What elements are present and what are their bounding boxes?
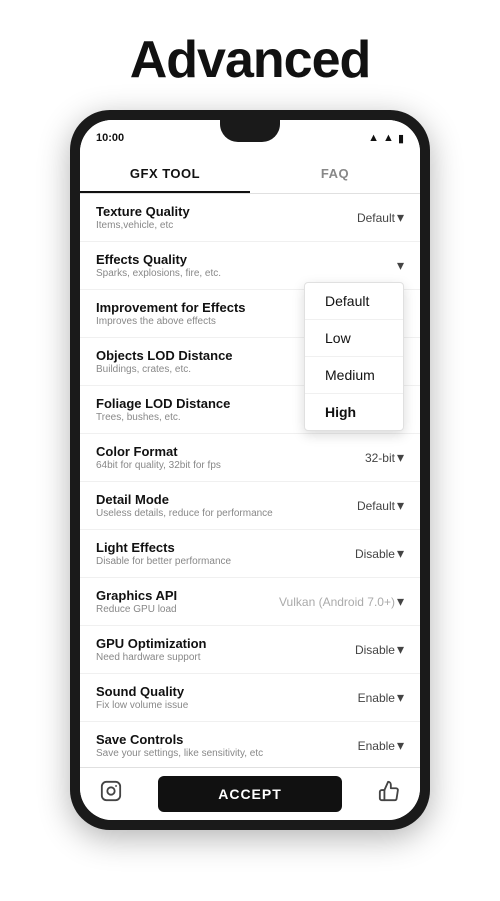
- notch: [220, 120, 280, 142]
- save-controls-label: Save Controls: [96, 732, 358, 747]
- dropdown-option-high[interactable]: High: [305, 394, 403, 430]
- color-format-arrow: ▾: [397, 449, 404, 466]
- phone-frame: 10:00 ▲ ▲ ▮ GFX TOOL FAQ Texture Quality…: [70, 110, 430, 830]
- setting-gpu-optimization[interactable]: GPU Optimization Need hardware support D…: [80, 626, 420, 674]
- tab-gfx-tool[interactable]: GFX TOOL: [80, 156, 250, 193]
- graphics-api-label: Graphics API: [96, 588, 279, 603]
- tabs-bar: GFX TOOL FAQ: [80, 156, 420, 194]
- setting-sound-quality[interactable]: Sound Quality Fix low volume issue Enabl…: [80, 674, 420, 722]
- color-format-label: Color Format: [96, 444, 365, 459]
- signal-icon: ▲: [383, 132, 394, 144]
- dropdown-option-low[interactable]: Low: [305, 320, 403, 357]
- setting-save-controls[interactable]: Save Controls Save your settings, like s…: [80, 722, 420, 767]
- color-format-value: 32-bit ▾: [365, 449, 404, 466]
- sound-quality-desc: Fix low volume issue: [96, 700, 358, 711]
- save-controls-value: Enable ▾: [358, 737, 404, 754]
- gpu-optimization-value: Disable ▾: [355, 641, 404, 658]
- status-bar: 10:00 ▲ ▲ ▮: [80, 120, 420, 156]
- phone-screen: 10:00 ▲ ▲ ▮ GFX TOOL FAQ Texture Quality…: [80, 120, 420, 820]
- wifi-icon: ▲: [368, 132, 379, 144]
- settings-list: Texture Quality Items,vehicle, etc Defau…: [80, 194, 420, 767]
- detail-mode-value: Default ▾: [357, 497, 404, 514]
- graphics-api-arrow: ▾: [397, 593, 404, 610]
- light-effects-label: Light Effects: [96, 540, 355, 555]
- save-controls-arrow: ▾: [397, 737, 404, 754]
- detail-mode-arrow: ▾: [397, 497, 404, 514]
- setting-texture-quality[interactable]: Texture Quality Items,vehicle, etc Defau…: [80, 194, 420, 242]
- effects-quality-desc: Sparks, explosions, fire, etc.: [96, 268, 397, 279]
- color-format-desc: 64bit for quality, 32bit for fps: [96, 460, 365, 471]
- gpu-optimization-arrow: ▾: [397, 641, 404, 658]
- light-effects-desc: Disable for better performance: [96, 556, 355, 567]
- graphics-api-desc: Reduce GPU load: [96, 604, 279, 615]
- bottom-bar: ACCEPT: [80, 767, 420, 820]
- light-effects-value: Disable ▾: [355, 545, 404, 562]
- effects-quality-dropdown[interactable]: Default Low Medium High: [304, 282, 404, 431]
- effects-quality-value: ▾: [397, 257, 404, 274]
- instagram-icon[interactable]: [100, 780, 122, 808]
- setting-graphics-api[interactable]: Graphics API Reduce GPU load Vulkan (And…: [80, 578, 420, 626]
- setting-color-format[interactable]: Color Format 64bit for quality, 32bit fo…: [80, 434, 420, 482]
- status-icons: ▲ ▲ ▮: [368, 132, 404, 145]
- texture-quality-label: Texture Quality: [96, 204, 357, 219]
- thumbsup-icon[interactable]: [378, 780, 400, 808]
- dropdown-option-medium[interactable]: Medium: [305, 357, 403, 394]
- battery-icon: ▮: [398, 132, 404, 145]
- accept-button[interactable]: ACCEPT: [158, 776, 342, 812]
- tab-faq[interactable]: FAQ: [250, 156, 420, 193]
- status-time: 10:00: [96, 132, 124, 144]
- texture-quality-value: Default ▾: [357, 209, 404, 226]
- detail-mode-label: Detail Mode: [96, 492, 357, 507]
- setting-detail-mode[interactable]: Detail Mode Useless details, reduce for …: [80, 482, 420, 530]
- setting-light-effects[interactable]: Light Effects Disable for better perform…: [80, 530, 420, 578]
- detail-mode-desc: Useless details, reduce for performance: [96, 508, 357, 519]
- texture-quality-arrow: ▾: [397, 209, 404, 226]
- sound-quality-arrow: ▾: [397, 689, 404, 706]
- dropdown-option-default[interactable]: Default: [305, 283, 403, 320]
- save-controls-desc: Save your settings, like sensitivity, et…: [96, 748, 358, 759]
- setting-effects-quality[interactable]: Effects Quality Sparks, explosions, fire…: [80, 242, 420, 290]
- effects-quality-label: Effects Quality: [96, 252, 397, 267]
- gpu-optimization-label: GPU Optimization: [96, 636, 355, 651]
- texture-quality-desc: Items,vehicle, etc: [96, 220, 357, 231]
- effects-quality-arrow: ▾: [397, 257, 404, 274]
- gpu-optimization-desc: Need hardware support: [96, 652, 355, 663]
- light-effects-arrow: ▾: [397, 545, 404, 562]
- sound-quality-label: Sound Quality: [96, 684, 358, 699]
- sound-quality-value: Enable ▾: [358, 689, 404, 706]
- graphics-api-value: Vulkan (Android 7.0+) ▾: [279, 593, 404, 610]
- page-title: Advanced: [130, 30, 371, 90]
